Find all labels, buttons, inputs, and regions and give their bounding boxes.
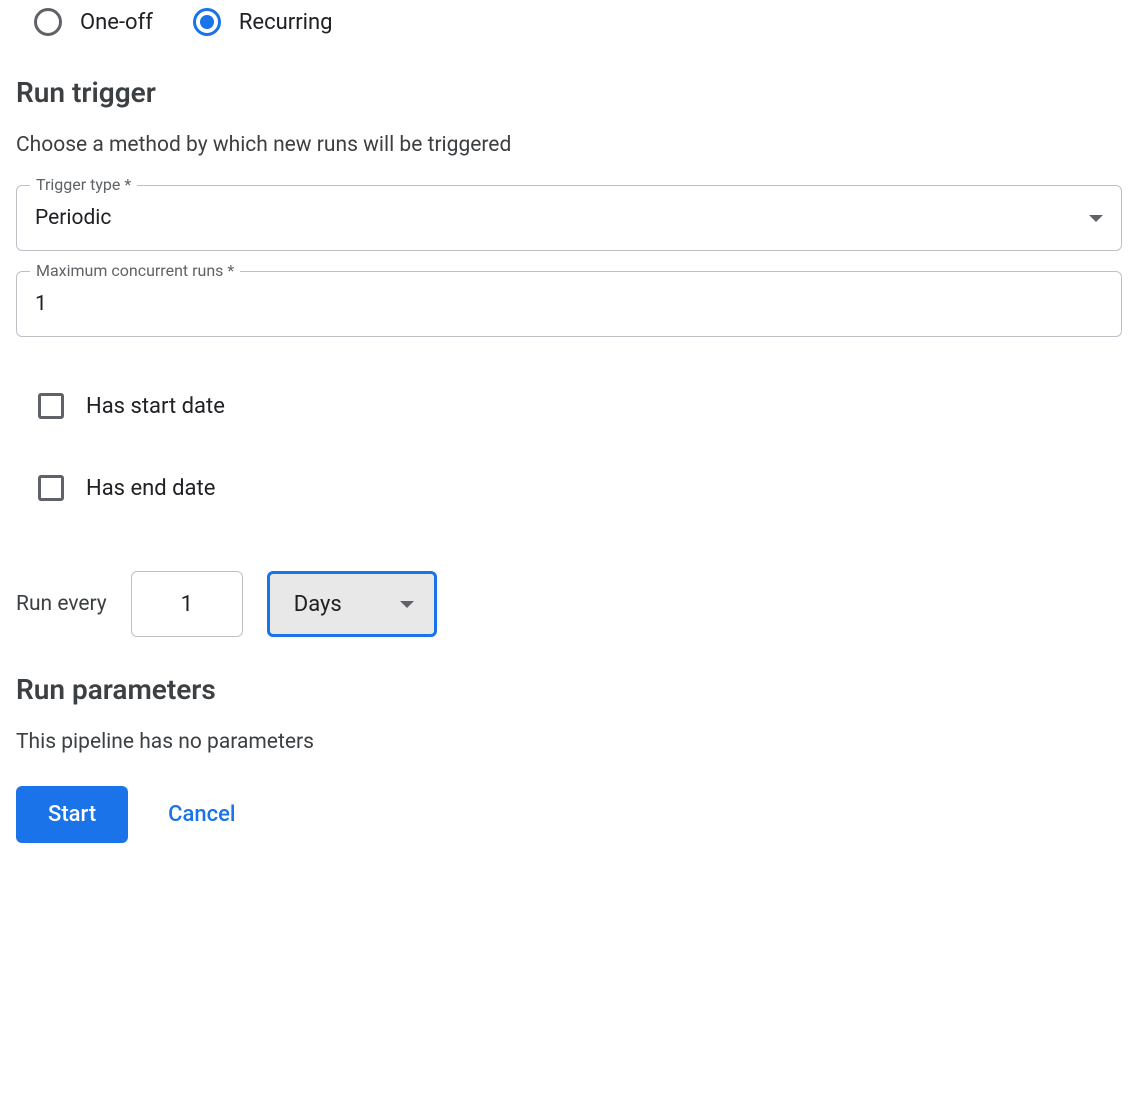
radio-icon-selected [193, 8, 221, 36]
start-button[interactable]: Start [16, 786, 128, 843]
has-start-date-row: Has start date [38, 393, 1122, 419]
run-every-value-input[interactable] [131, 571, 243, 637]
radio-label-recurring: Recurring [239, 10, 333, 35]
trigger-type-select[interactable]: Periodic [16, 185, 1122, 251]
radio-option-recurring[interactable]: Recurring [193, 8, 333, 36]
run-every-unit-select[interactable]: Days [267, 571, 437, 637]
run-trigger-description: Choose a method by which new runs will b… [16, 133, 1122, 157]
radio-icon [34, 8, 62, 36]
trigger-type-value: Periodic [35, 206, 111, 230]
cancel-button[interactable]: Cancel [168, 802, 235, 827]
has-start-date-label: Has start date [86, 394, 225, 419]
radio-inner-icon [200, 15, 214, 29]
trigger-type-label: Trigger type * [30, 175, 137, 194]
max-concurrent-input-box [16, 271, 1122, 337]
max-concurrent-field: Maximum concurrent runs * [16, 271, 1122, 337]
chevron-down-icon [400, 601, 414, 608]
run-parameters-title: Run parameters [16, 673, 1122, 706]
has-end-date-row: Has end date [38, 475, 1122, 501]
has-end-date-label: Has end date [86, 476, 215, 501]
has-end-date-checkbox[interactable] [38, 475, 64, 501]
run-every-row: Run every Days [16, 571, 1122, 637]
action-buttons: Start Cancel [16, 786, 1122, 843]
radio-label-one-off: One-off [80, 10, 153, 35]
schedule-type-radio-group: One-off Recurring [34, 8, 1122, 36]
chevron-down-icon [1089, 215, 1103, 222]
run-every-label: Run every [16, 592, 107, 616]
run-every-unit-value: Days [294, 592, 342, 617]
run-parameters-empty: This pipeline has no parameters [16, 730, 1122, 754]
max-concurrent-input[interactable] [35, 292, 1103, 316]
run-trigger-title: Run trigger [16, 76, 1122, 109]
has-start-date-checkbox[interactable] [38, 393, 64, 419]
trigger-type-field: Trigger type * Periodic [16, 185, 1122, 251]
radio-option-one-off[interactable]: One-off [34, 8, 153, 36]
max-concurrent-label: Maximum concurrent runs * [30, 261, 240, 280]
